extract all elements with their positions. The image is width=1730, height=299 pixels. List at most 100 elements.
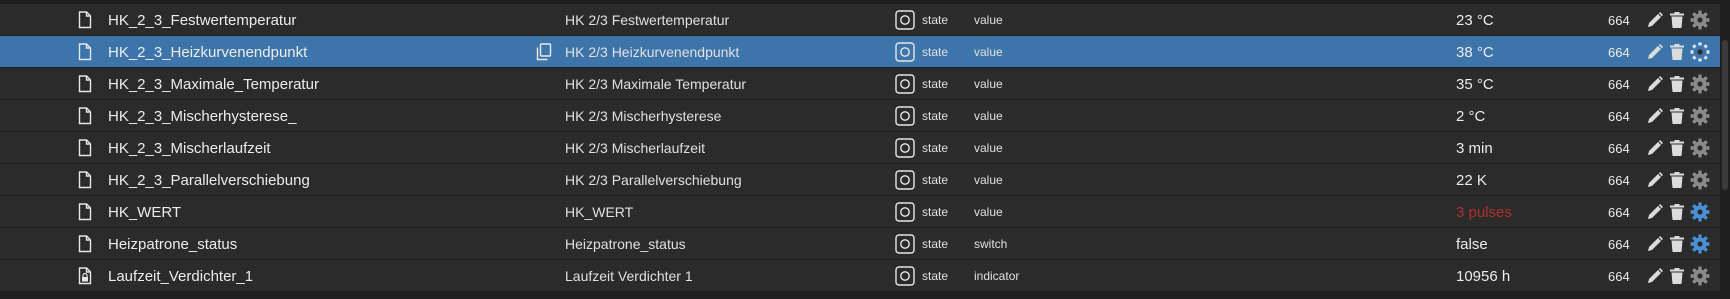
file-icon: [78, 164, 94, 196]
object-value[interactable]: 38 °C: [1456, 36, 1494, 68]
delete-icon[interactable]: [1669, 196, 1687, 228]
table-row-selected[interactable]: HK_2_3_Heizkurvenendpunkt HK 2/3 Heizkur…: [0, 36, 1730, 68]
object-type: state: [922, 237, 949, 251]
edit-icon[interactable]: [1646, 100, 1666, 132]
object-type: state: [922, 205, 949, 219]
object-role[interactable]: value: [974, 196, 1003, 228]
object-value[interactable]: 3 min: [1456, 132, 1493, 164]
edit-icon[interactable]: [1646, 196, 1666, 228]
gear-icon[interactable]: [1690, 132, 1712, 164]
vertical-scrollbar[interactable]: [1720, 0, 1730, 299]
object-acl[interactable]: 664: [1608, 100, 1630, 132]
object-id: HK_2_3_Parallelverschiebung: [108, 171, 310, 189]
object-role[interactable]: value: [974, 132, 1003, 164]
table-row[interactable]: HK_2_3_Mischerhysterese_ HK 2/3 Mischerh…: [0, 100, 1730, 132]
object-acl[interactable]: 664: [1608, 164, 1630, 196]
delete-icon[interactable]: [1669, 36, 1687, 68]
edit-icon[interactable]: [1646, 228, 1666, 260]
state-type-icon: [895, 196, 915, 228]
delete-icon[interactable]: [1669, 132, 1687, 164]
edit-icon[interactable]: [1646, 4, 1666, 36]
edit-icon[interactable]: [1646, 132, 1666, 164]
gear-icon[interactable]: [1690, 164, 1712, 196]
object-acl[interactable]: 664: [1608, 36, 1630, 68]
file-icon: [78, 132, 94, 164]
table-row[interactable]: HK_2_3_Festwertemperatur HK 2/3 Festwert…: [0, 4, 1730, 36]
table-row[interactable]: HK_WERT HK_WERT state value 3 pulses 664: [0, 196, 1730, 228]
object-name[interactable]: HK 2/3 Mischerlaufzeit: [565, 132, 705, 164]
object-value[interactable]: 35 °C: [1456, 68, 1494, 100]
object-type: state: [922, 269, 949, 283]
object-type: state: [922, 173, 949, 187]
object-name[interactable]: HK 2/3 Mischerhysterese: [565, 100, 721, 132]
file-icon: [78, 4, 94, 36]
object-acl[interactable]: 664: [1608, 228, 1630, 260]
object-name[interactable]: HK 2/3 Heizkurvenendpunkt: [565, 36, 739, 68]
object-role[interactable]: value: [974, 68, 1003, 100]
object-type: state: [922, 109, 949, 123]
object-acl[interactable]: 664: [1608, 68, 1630, 100]
object-value[interactable]: 3 pulses: [1456, 196, 1512, 228]
table-row[interactable]: HK_2_3_Parallelverschiebung HK 2/3 Paral…: [0, 164, 1730, 196]
object-id: Heizpatrone_status: [108, 235, 238, 253]
object-name[interactable]: HK 2/3 Maximale Temperatur: [565, 68, 746, 100]
edit-icon[interactable]: [1646, 164, 1666, 196]
table-row[interactable]: Laufzeit_Verdichter_1 Laufzeit Verdichte…: [0, 260, 1730, 292]
object-role[interactable]: switch: [974, 228, 1007, 260]
delete-icon[interactable]: [1669, 164, 1687, 196]
gear-icon[interactable]: [1690, 68, 1712, 100]
delete-icon[interactable]: [1669, 68, 1687, 100]
gear-icon[interactable]: [1690, 228, 1712, 260]
object-role[interactable]: value: [974, 36, 1003, 68]
object-name[interactable]: Heizpatrone_status: [565, 228, 686, 260]
object-name[interactable]: HK_WERT: [565, 196, 633, 228]
object-id: HK_2_3_Festwertemperatur: [108, 11, 297, 29]
object-role[interactable]: value: [974, 4, 1003, 36]
table-row[interactable]: Heizpatrone_status Heizpatrone_status st…: [0, 228, 1730, 260]
table-row[interactable]: HK_2_3_Maximale_Temperatur HK 2/3 Maxima…: [0, 68, 1730, 100]
object-value[interactable]: 10956 h: [1456, 260, 1510, 292]
state-type-icon: [895, 132, 915, 164]
file-icon: [78, 196, 94, 228]
copy-icon[interactable]: [536, 36, 554, 68]
object-name[interactable]: Laufzeit Verdichter 1: [565, 260, 693, 292]
object-role[interactable]: indicator: [974, 260, 1019, 292]
edit-icon[interactable]: [1646, 68, 1666, 100]
object-name[interactable]: HK 2/3 Parallelverschiebung: [565, 164, 742, 196]
scrollbar-thumb[interactable]: [1722, 40, 1728, 190]
object-table: HK_2_3_Festwertemperatur HK 2/3 Festwert…: [0, 0, 1730, 299]
gear-icon[interactable]: [1690, 100, 1712, 132]
object-acl[interactable]: 664: [1608, 260, 1630, 292]
state-type-icon: [895, 4, 915, 36]
object-role[interactable]: value: [974, 164, 1003, 196]
state-type-icon: [895, 68, 915, 100]
gear-icon[interactable]: [1690, 36, 1712, 68]
state-type-icon: [895, 228, 915, 260]
state-type-icon: [895, 260, 915, 292]
file-icon: [78, 228, 94, 260]
file-icon: [78, 36, 94, 68]
object-acl[interactable]: 664: [1608, 132, 1630, 164]
object-role[interactable]: value: [974, 100, 1003, 132]
delete-icon[interactable]: [1669, 100, 1687, 132]
edit-icon[interactable]: [1646, 260, 1666, 292]
delete-icon[interactable]: [1669, 228, 1687, 260]
object-value[interactable]: 22 K: [1456, 164, 1487, 196]
gear-icon[interactable]: [1690, 4, 1712, 36]
locked-file-icon: [78, 260, 94, 292]
object-value[interactable]: false: [1456, 228, 1488, 260]
object-value[interactable]: 2 °C: [1456, 100, 1485, 132]
edit-icon[interactable]: [1646, 36, 1666, 68]
object-value[interactable]: 23 °C: [1456, 4, 1494, 36]
gear-icon[interactable]: [1690, 260, 1712, 292]
table-row[interactable]: HK_2_3_Mischerlaufzeit HK 2/3 Mischerlau…: [0, 132, 1730, 164]
object-acl[interactable]: 664: [1608, 196, 1630, 228]
delete-icon[interactable]: [1669, 4, 1687, 36]
object-id: HK_WERT: [108, 203, 182, 221]
object-type: state: [922, 77, 949, 91]
object-type: state: [922, 13, 949, 27]
delete-icon[interactable]: [1669, 260, 1687, 292]
object-acl[interactable]: 664: [1608, 4, 1630, 36]
object-name[interactable]: HK 2/3 Festwertemperatur: [565, 4, 729, 36]
gear-icon[interactable]: [1690, 196, 1712, 228]
